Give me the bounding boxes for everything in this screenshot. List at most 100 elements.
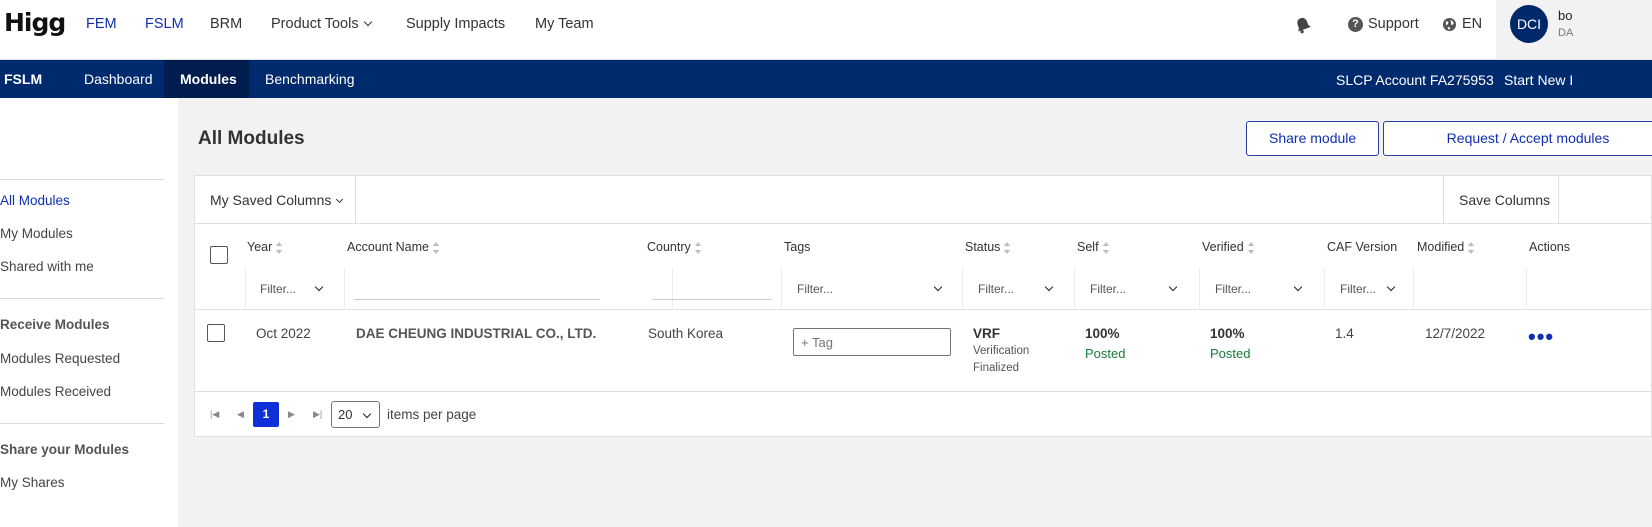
verified-filter[interactable]: Filter...: [1215, 282, 1303, 296]
request-accept-modules-button[interactable]: Request / Accept modules: [1383, 121, 1652, 156]
sidebar-item-my-shares[interactable]: My Shares: [0, 475, 65, 490]
column-header-label: Country: [647, 240, 691, 254]
language-selector[interactable]: EN: [1442, 16, 1482, 32]
main-content: All Modules Share module Request / Accep…: [178, 98, 1652, 527]
items-per-page-select[interactable]: 20: [331, 401, 380, 428]
add-tag-input[interactable]: [793, 328, 951, 356]
sidebar-item-modules-requested[interactable]: Modules Requested: [0, 351, 120, 366]
nav-fslm[interactable]: FSLM: [145, 16, 184, 32]
cell-verified-status: Posted: [1210, 346, 1251, 361]
chevron-down-icon: [314, 282, 324, 292]
filter-divider: [781, 268, 782, 310]
module-navigation: FSLM Dashboard Modules Benchmarking SLCP…: [0, 60, 1652, 98]
sidebar-heading-share: Share your Modules: [0, 442, 130, 457]
cell-modified: 12/7/2022: [1425, 326, 1486, 341]
pagination: |◀ ◀ 1 ▶ ▶| 20 items per page: [195, 392, 1651, 438]
start-new-link[interactable]: Start New I: [1504, 72, 1573, 88]
tab-dashboard[interactable]: Dashboard: [68, 60, 169, 98]
saved-columns-label: My Saved Columns: [210, 192, 332, 208]
column-header-label: Actions: [1529, 240, 1570, 254]
nav-brm[interactable]: BRM: [210, 16, 242, 32]
cell-year: Oct 2022: [256, 326, 311, 341]
saved-columns-dropdown[interactable]: My Saved Columns: [210, 192, 344, 208]
items-per-page-label: items per page: [387, 407, 477, 422]
select-all-checkbox[interactable]: [210, 246, 228, 264]
higg-logo[interactable]: Higg: [4, 8, 66, 37]
chevron-down-icon: [933, 282, 943, 292]
table-toolbar: My Saved Columns Save Columns: [195, 176, 1651, 224]
sort-icon: [1004, 241, 1011, 254]
tags-filter[interactable]: Filter...: [797, 282, 943, 296]
column-header-account-name[interactable]: Account Name: [347, 240, 440, 254]
last-page-icon[interactable]: ▶|: [313, 409, 322, 420]
filter-divider: [245, 268, 246, 310]
toolbar-divider: [355, 176, 356, 224]
previous-page-icon[interactable]: ◀: [237, 409, 244, 420]
more-actions-icon[interactable]: •••: [1528, 324, 1554, 350]
account-id: SLCP Account FA275953: [1336, 72, 1494, 88]
nav-supply-impacts[interactable]: Supply Impacts: [406, 16, 505, 32]
column-header-modified[interactable]: Modified: [1417, 240, 1475, 254]
share-module-button[interactable]: Share module: [1246, 121, 1380, 156]
question-circle-icon: ?: [1348, 16, 1363, 32]
sidebar-item-shared-with-me[interactable]: Shared with me: [0, 259, 94, 274]
sort-icon: [276, 241, 283, 254]
top-navigation: Higg FEM FSLM BRM Product Tools Supply I…: [0, 0, 1652, 60]
notification-bell-icon[interactable]: [1294, 16, 1312, 34]
language-label: EN: [1462, 16, 1483, 32]
filter-divider: [1324, 268, 1325, 310]
caf-version-filter[interactable]: Filter...: [1340, 282, 1396, 296]
column-header-status[interactable]: Status: [965, 240, 1011, 254]
sort-icon: [1247, 241, 1255, 254]
status-filter-placeholder: Filter...: [978, 282, 1015, 296]
filter-divider: [962, 268, 963, 310]
sidebar-item-modules-received[interactable]: Modules Received: [0, 384, 111, 399]
self-filter[interactable]: Filter...: [1090, 282, 1178, 296]
cell-self-status: Posted: [1085, 346, 1126, 361]
items-per-page-value: 20: [338, 407, 353, 422]
filter-divider: [1074, 268, 1075, 310]
tab-benchmarking[interactable]: Benchmarking: [249, 60, 371, 98]
column-header-actions: Actions: [1529, 240, 1570, 254]
cell-country: South Korea: [648, 326, 724, 341]
next-page-icon[interactable]: ▶: [288, 409, 295, 420]
column-header-country[interactable]: Country: [647, 240, 702, 254]
nav-my-team[interactable]: My Team: [535, 16, 594, 32]
save-columns-button[interactable]: Save Columns: [1459, 192, 1550, 208]
column-header-label: Self: [1077, 240, 1099, 254]
self-filter-placeholder: Filter...: [1090, 282, 1127, 296]
toolbar-divider: [1558, 176, 1559, 224]
support-link[interactable]: ? Support: [1348, 16, 1419, 32]
current-page-button[interactable]: 1: [253, 402, 279, 427]
cell-account-name[interactable]: DAE CHEUNG INDUSTRIAL CO., LTD.: [356, 326, 596, 341]
tab-modules[interactable]: Modules: [164, 60, 249, 98]
column-header-self[interactable]: Self: [1077, 240, 1110, 254]
country-filter-input[interactable]: [652, 280, 772, 300]
column-header-verified[interactable]: Verified: [1202, 240, 1255, 254]
column-header-label: Account Name: [347, 240, 429, 254]
cell-status-code: VRF: [973, 326, 1000, 341]
sidebar-heading-receive: Receive Modules: [0, 317, 110, 332]
sidebar-item-all-modules[interactable]: All Modules: [0, 193, 70, 208]
nav-fem[interactable]: FEM: [86, 16, 117, 32]
chevron-down-icon: [363, 17, 372, 27]
filter-divider: [1413, 268, 1414, 310]
sidebar-item-my-modules[interactable]: My Modules: [0, 226, 73, 241]
year-filter[interactable]: Filter...: [260, 282, 324, 296]
toolbar-divider: [1443, 176, 1444, 224]
first-page-icon[interactable]: |◀: [210, 409, 219, 420]
nav-product-tools[interactable]: Product Tools: [271, 16, 372, 32]
filter-row: Filter... Filter... Filter... Filter... …: [195, 268, 1651, 310]
column-header-label: Modified: [1417, 240, 1465, 254]
user-menu[interactable]: DCI bo DA: [1496, 0, 1652, 59]
row-select-checkbox[interactable]: [207, 324, 225, 342]
status-filter[interactable]: Filter...: [978, 282, 1054, 296]
chevron-down-icon: [1044, 282, 1054, 292]
sort-icon: [1102, 241, 1110, 254]
column-header-year[interactable]: Year: [247, 240, 283, 254]
chevron-down-icon: [336, 195, 344, 204]
cell-status-line2: Finalized: [973, 362, 1020, 374]
account-name-filter-input[interactable]: [354, 280, 600, 300]
table-row[interactable]: Oct 2022 DAE CHEUNG INDUSTRIAL CO., LTD.…: [195, 310, 1651, 392]
chevron-down-icon: [1293, 282, 1303, 292]
